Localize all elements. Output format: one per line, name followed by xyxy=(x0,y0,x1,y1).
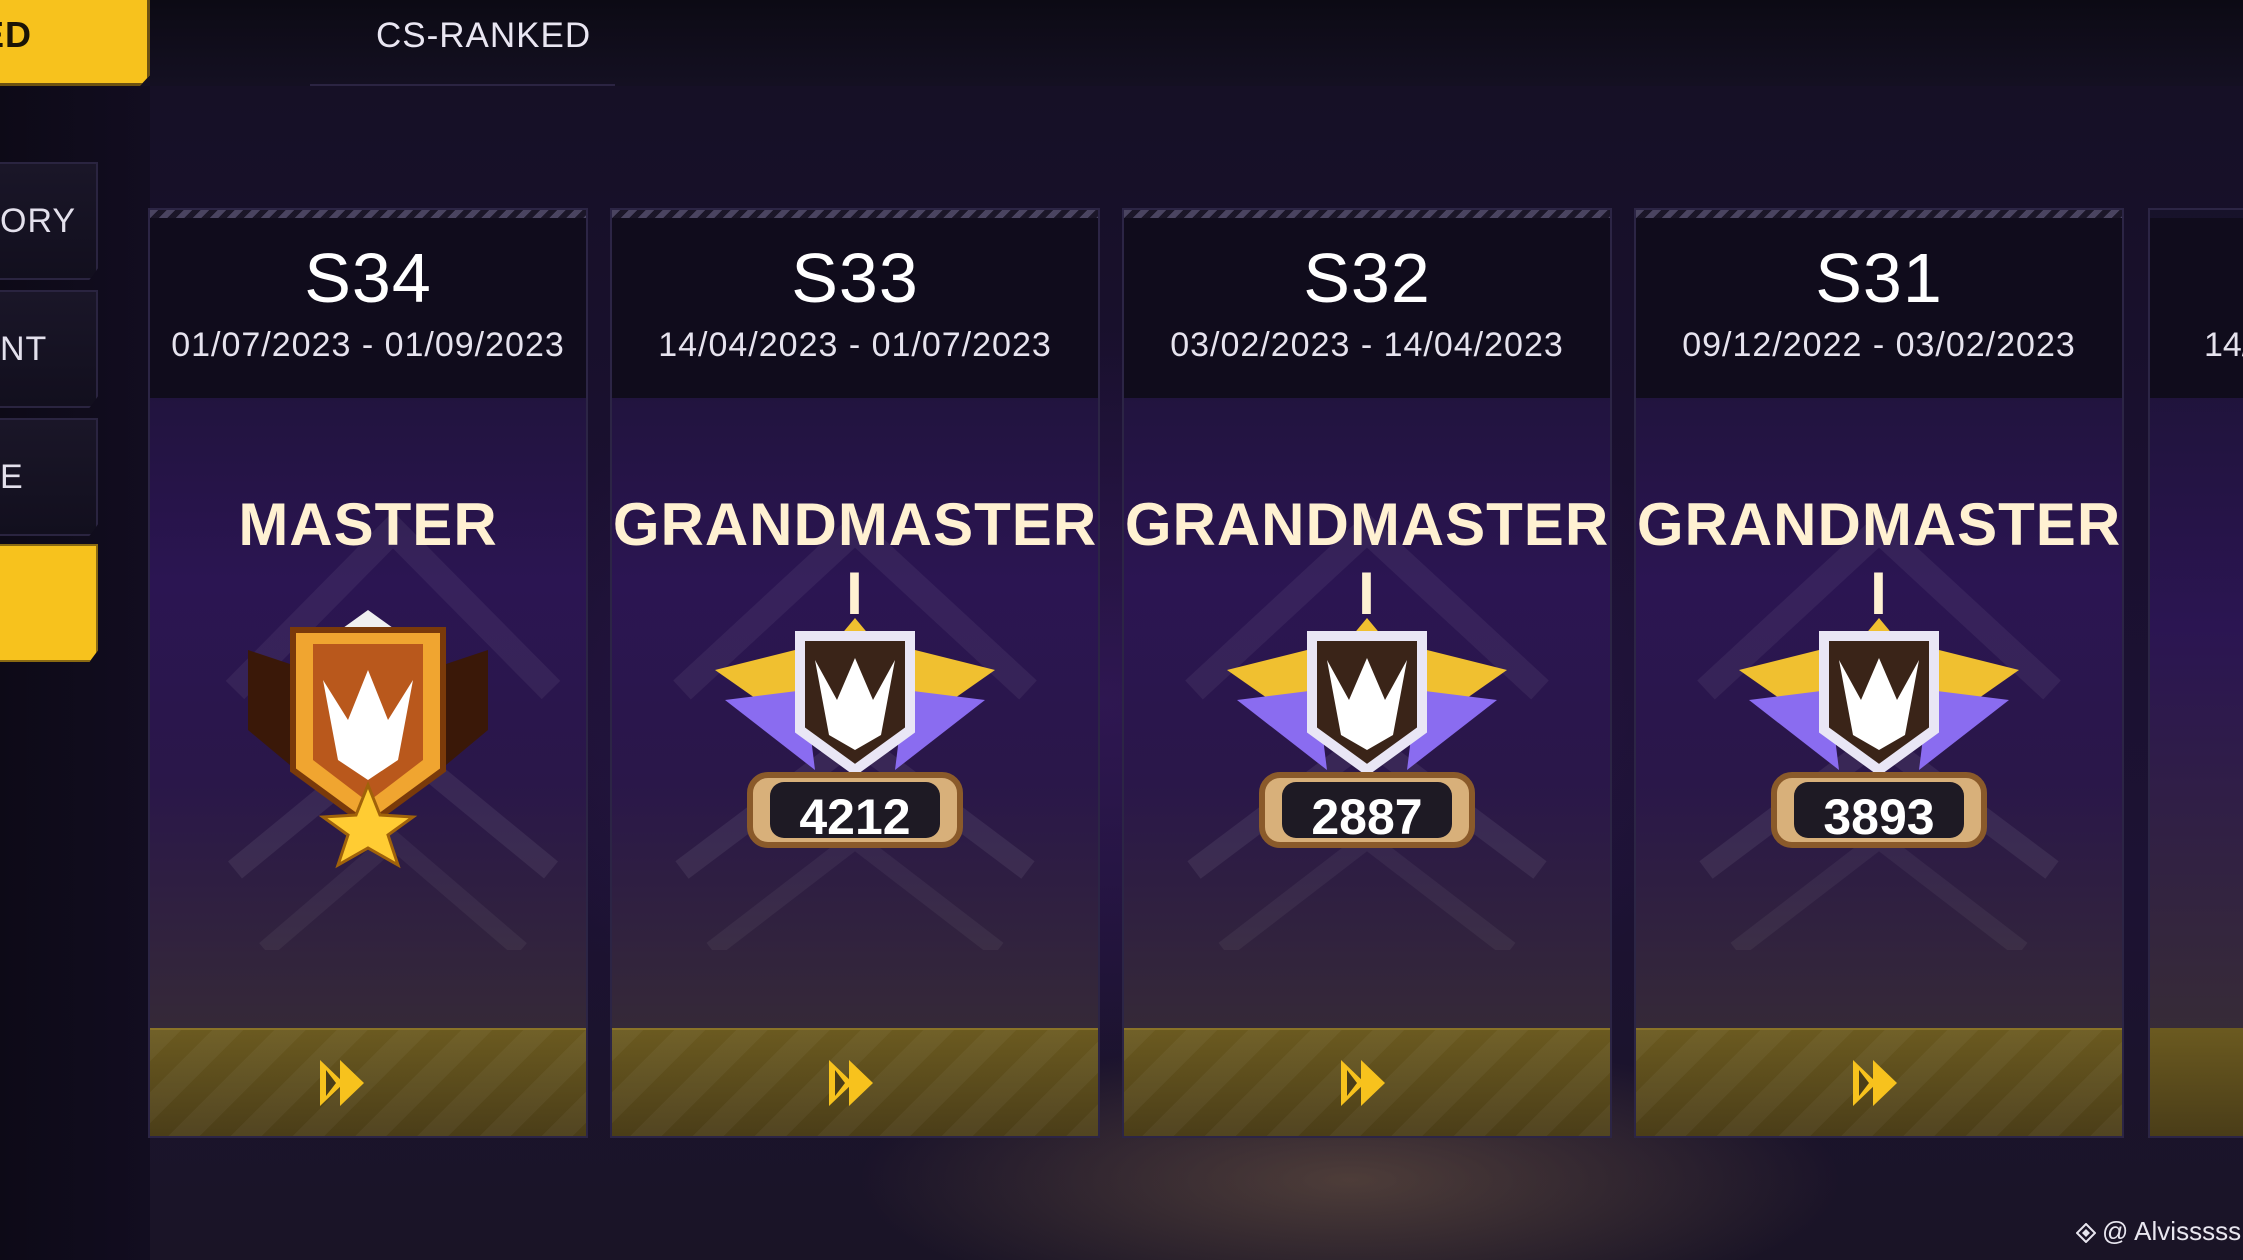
screen: ED CS-RANKED ORY NT E S34 01/07/2023 - 0… xyxy=(0,0,2243,1260)
rank-score: 3893 xyxy=(1823,789,1935,845)
season-title: S33 xyxy=(791,239,919,317)
top-tab-bar: ED CS-RANKED xyxy=(0,0,2243,86)
season-dates: 14/ xyxy=(2204,326,2243,364)
view-details-arrow-icon[interactable] xyxy=(316,1056,376,1110)
rank-title: GRANDMASTER I xyxy=(1124,491,1610,627)
season-card-s32[interactable]: S32 03/02/2023 - 14/04/2023 GRANDMASTER … xyxy=(1122,208,1612,1138)
rank-title: GRANDMASTER I xyxy=(1636,491,2122,627)
sidebar-item-label: E xyxy=(0,458,24,496)
season-title: S31 xyxy=(1815,239,1943,317)
rank-title: GRANDMASTER I xyxy=(612,491,1098,627)
watermark: @ Alvisssss xyxy=(2076,1216,2241,1247)
card-top-stripe xyxy=(1636,210,2122,218)
tab-cs-ranked-label: CS-RANKED xyxy=(376,16,592,55)
rank-score: 2887 xyxy=(1311,789,1423,845)
card-top-stripe xyxy=(1124,210,1610,218)
master-badge-icon xyxy=(248,610,488,869)
season-card-s34[interactable]: S34 01/07/2023 - 01/09/2023 MASTER •• xyxy=(148,208,588,1138)
sidebar-item-label: NT xyxy=(0,330,48,368)
card-top-stripe xyxy=(150,210,586,218)
card-header xyxy=(2150,218,2243,398)
rank-score: 4212 xyxy=(799,789,911,845)
season-title: S34 xyxy=(304,239,432,317)
season-dates: 01/07/2023 - 01/09/2023 xyxy=(171,326,565,364)
season-card-partial[interactable]: 14/ xyxy=(2148,208,2243,1138)
tab-ranked-label: ED xyxy=(0,14,33,55)
view-details-arrow-icon[interactable] xyxy=(1849,1056,1909,1110)
card-footer xyxy=(2150,1028,2243,1136)
tab-cs-ranked[interactable]: CS-RANKED xyxy=(310,0,615,86)
view-details-arrow-icon[interactable] xyxy=(825,1056,885,1110)
sidebar-item-tournament[interactable]: NT xyxy=(0,290,98,408)
season-card-s31[interactable]: S31 09/12/2022 - 03/02/2023 GRANDMASTER … xyxy=(1634,208,2124,1138)
card-top-stripe xyxy=(612,210,1098,218)
sidebar-item-history[interactable]: ORY xyxy=(0,162,98,280)
view-details-arrow-icon[interactable] xyxy=(1337,1056,1397,1110)
season-title: S32 xyxy=(1303,239,1431,317)
season-card-s33[interactable]: S33 14/04/2023 - 01/07/2023 GRANDMASTER … xyxy=(610,208,1100,1138)
season-dates: 09/12/2022 - 03/02/2023 xyxy=(1682,326,2076,364)
season-dates: 03/02/2023 - 14/04/2023 xyxy=(1170,326,1564,364)
tab-ranked[interactable]: ED xyxy=(0,0,150,86)
sidebar-item-active[interactable] xyxy=(0,544,98,662)
sidebar-item-three[interactable]: E xyxy=(0,418,98,536)
watermark-text: @ Alvisssss xyxy=(2102,1216,2242,1246)
left-sidebar: ORY NT E xyxy=(0,86,150,1260)
season-dates: 14/04/2023 - 01/07/2023 xyxy=(658,326,1052,364)
diamond-logo-icon xyxy=(2076,1223,2096,1243)
rank-title: MASTER xyxy=(238,491,498,558)
sidebar-item-label: ORY xyxy=(0,202,77,240)
